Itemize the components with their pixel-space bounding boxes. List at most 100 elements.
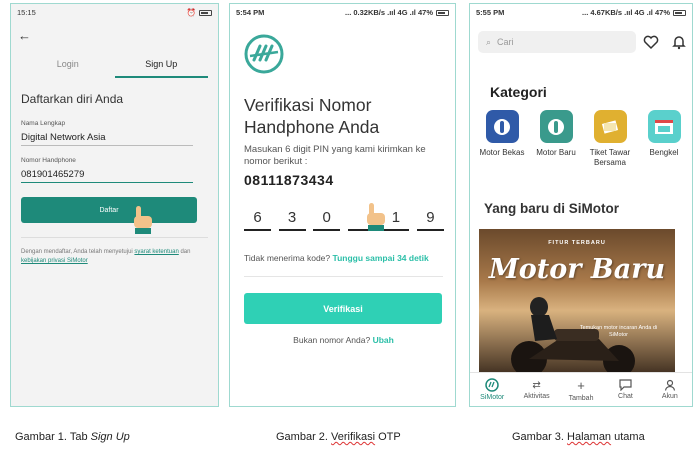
pin-inputs: 6 3 0 1 9 — [244, 209, 444, 231]
workshop-icon — [647, 110, 681, 143]
page-title: Verifikasi Nomor Handphone Anda — [244, 95, 380, 137]
terms-and: dan — [180, 249, 191, 255]
network-status: ... 4.67KB/s .ııl 4G .ıl 47% — [582, 8, 670, 17]
pin-digit[interactable]: 0 — [313, 209, 341, 231]
banner-subtitle: Temukan motor incaran Anda di SiMotor — [579, 325, 658, 338]
nav-label: Tambah — [568, 394, 594, 402]
battery-icon — [436, 9, 449, 16]
promo-banner[interactable]: FITUR TERBARU Motor Baru Temukan motor i… — [479, 229, 675, 377]
terms-text: Dengan mendaftar, Anda telah menyetujui … — [21, 248, 193, 266]
caption-italic: Sign Up — [90, 431, 130, 443]
motorcycle-icon — [485, 110, 519, 143]
caption-word: Verifikasi — [331, 431, 376, 443]
category-list: Motor Bekas Motor Baru Tiket Tawar Bersa… — [476, 110, 690, 168]
heart-icon[interactable] — [643, 34, 659, 50]
hand-pointer-icon — [134, 206, 152, 234]
network-status: ... 0.32KB/s .ııl 4G .ıl 47% — [345, 8, 433, 17]
resend-timer: Tunggu sampai 34 detik — [332, 253, 429, 263]
signup-button[interactable]: Daftar — [21, 197, 197, 223]
otp-screen: 5:54 PM ... 0.32KB/s .ııl 4G .ıl 47% Ver… — [229, 3, 456, 407]
tab-signup[interactable]: Sign Up — [114, 56, 208, 78]
terms-link[interactable]: syarat ketentuan — [134, 249, 178, 255]
category-item[interactable]: Motor Bekas — [476, 110, 528, 168]
status-time: 5:54 PM — [236, 8, 265, 17]
caption-text: Gambar 3. — [512, 431, 564, 443]
phone-field[interactable]: 081901465279 — [21, 169, 193, 183]
alarm-icon: ⏰ — [186, 8, 196, 17]
category-label: Tiket Tawar Bersama — [589, 148, 631, 167]
not-your-number: Bukan nomor Anda? — [293, 335, 371, 345]
nav-item-tambah[interactable]: + Tambah — [559, 373, 603, 406]
search-input[interactable]: ⌕ Cari — [478, 31, 636, 53]
nav-label: Chat — [618, 393, 633, 400]
category-item[interactable]: Motor Baru — [530, 110, 582, 168]
back-arrow-icon[interactable]: ← — [18, 28, 31, 43]
auth-tabs: Login Sign Up — [21, 56, 208, 78]
simotor-logo-icon — [244, 34, 284, 74]
nav-item-chat[interactable]: Chat — [603, 373, 647, 406]
categories-title: Kategori — [490, 84, 547, 100]
status-bar: 5:54 PM ... 0.32KB/s .ııl 4G .ıl 47% — [230, 4, 455, 21]
category-item[interactable]: Bengkel — [638, 110, 690, 168]
nav-item-aktivitas[interactable]: ⇄ Aktivitas — [514, 373, 558, 406]
caption-text: utama — [614, 431, 645, 443]
description: Masukan 6 digit PIN yang kami kirimkan k… — [244, 144, 426, 167]
name-field[interactable]: Digital Network Asia — [21, 132, 193, 146]
pin-digit[interactable]: 6 — [244, 209, 271, 231]
battery-icon — [673, 9, 686, 16]
divider — [244, 276, 443, 277]
caption-word: Halaman — [567, 431, 612, 443]
status-bar: 15:15 ⏰ — [11, 4, 218, 21]
search-placeholder: Cari — [497, 37, 514, 47]
pin-digit[interactable]: 9 — [416, 209, 444, 231]
status-icons: ⏰ — [187, 8, 212, 17]
nav-label: Aktivitas — [523, 392, 550, 400]
banner-title: Motor Baru — [488, 254, 666, 285]
caption-3: Gambar 3. Halaman utama — [512, 431, 645, 443]
caption-1: Gambar 1. Tab Sign Up — [15, 431, 130, 443]
bell-icon[interactable] — [671, 34, 687, 50]
privacy-link[interactable]: kebijakan privasi SiMotor — [21, 258, 88, 264]
battery-icon — [199, 9, 212, 16]
caption-text: Gambar 2. — [276, 431, 328, 443]
banner-tag: FITUR TERBARU — [548, 240, 606, 246]
category-label: Motor Baru — [536, 148, 576, 157]
resend-prompt: Tidak menerima kode? — [244, 253, 331, 263]
category-item[interactable]: Tiket Tawar Bersama — [584, 110, 636, 168]
chat-icon — [619, 379, 632, 391]
page-title: Daftarkan diri Anda — [21, 92, 124, 106]
caption-text: Gambar 1. Tab — [15, 431, 88, 443]
nav-item-simotor[interactable]: SiMotor — [470, 373, 514, 406]
terms-prefix: Dengan mendaftar, Anda telah menyetujui — [21, 249, 133, 255]
divider — [21, 237, 208, 238]
phone-number: 08111873434 — [244, 172, 334, 188]
nav-label: Akun — [661, 393, 678, 400]
hand-pointer-icon — [367, 203, 385, 231]
status-time: 5:55 PM — [476, 8, 505, 17]
caption-text: OTP — [378, 431, 401, 443]
category-label: Motor Bekas — [479, 148, 525, 157]
nav-label: SiMotor — [480, 394, 505, 401]
change-number-text: Bukan nomor Anda? Ubah — [230, 335, 455, 345]
verify-button[interactable]: Verifikasi — [244, 293, 442, 324]
status-icons: ... 4.67KB/s .ııl 4G .ıl 47% — [582, 8, 686, 17]
section-title: Yang baru di SiMotor — [484, 201, 620, 216]
bottom-nav: SiMotor ⇄ Aktivitas + Tambah Chat Akun — [470, 372, 692, 406]
status-bar: 5:55 PM ... 4.67KB/s .ııl 4G .ıl 47% — [470, 4, 692, 21]
tab-login[interactable]: Login — [21, 56, 115, 78]
status-icons: ... 0.32KB/s .ııl 4G .ıl 47% — [345, 8, 449, 17]
phone-label: Nomor Handphone — [21, 157, 76, 164]
name-label: Nama Lengkap — [21, 120, 66, 127]
search-icon: ⌕ — [486, 36, 492, 47]
resend-text: Tidak menerima kode? Tunggu sampai 34 de… — [244, 253, 429, 263]
activity-icon: ⇄ — [532, 379, 541, 391]
home-screen: 5:55 PM ... 4.67KB/s .ııl 4G .ıl 47% ⌕ C… — [469, 3, 693, 407]
category-label: Bengkel — [649, 148, 679, 157]
nav-item-akun[interactable]: Akun — [648, 373, 692, 406]
change-number-link[interactable]: Ubah — [373, 335, 394, 345]
pin-digit[interactable]: 3 — [278, 209, 306, 231]
simotor-logo-icon — [485, 378, 499, 392]
caption-2: Gambar 2. Verifikasi OTP — [276, 431, 401, 443]
status-time: 15:15 — [17, 8, 36, 17]
plus-icon: + — [577, 377, 585, 393]
